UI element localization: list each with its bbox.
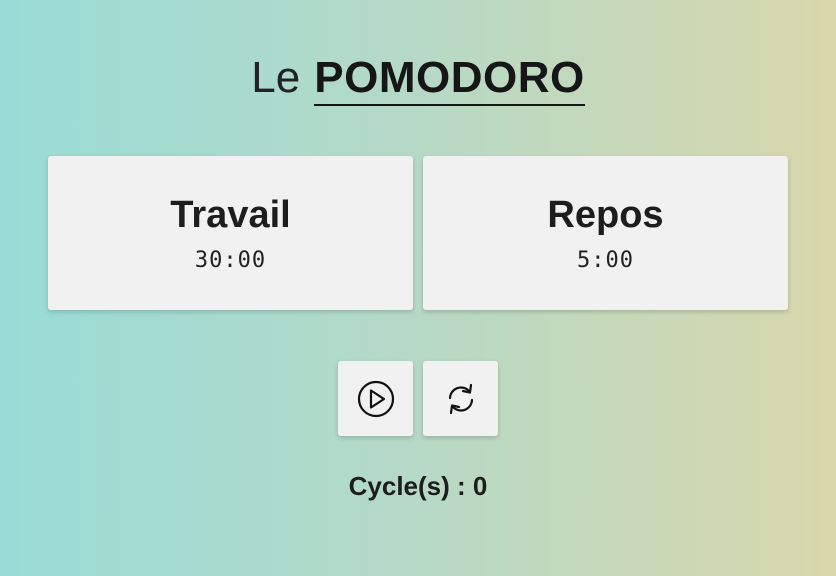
page-title: Le POMODORO [0,50,836,106]
work-timer-time: 30:00 [194,248,267,273]
rest-timer-time: 5:00 [577,248,634,273]
cycle-counter: Cycle(s) : 0 [348,471,488,501]
work-timer-card[interactable]: Travail 30:00 [48,156,413,310]
refresh-icon [448,383,473,414]
play-circle-icon [357,380,394,417]
rest-timer-card[interactable]: Repos 5:00 [423,156,788,310]
reset-button[interactable] [423,361,498,436]
title-prefix: Le [251,53,301,102]
play-button[interactable] [338,361,413,436]
work-timer-label: Travail [170,194,291,236]
title-main: POMODORO [314,53,585,106]
rest-timer-label: Repos [547,194,664,236]
